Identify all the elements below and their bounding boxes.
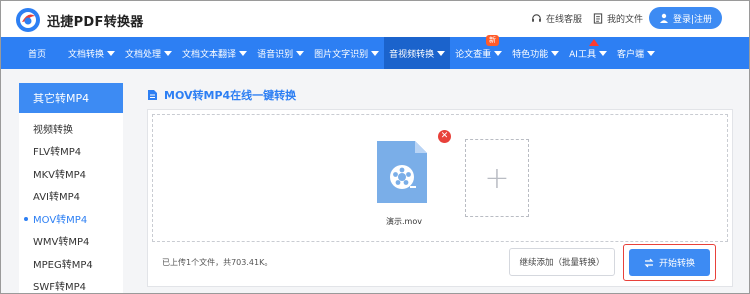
caret-down-icon xyxy=(164,50,173,56)
active-dot-icon xyxy=(24,217,28,221)
red-arrow-up-icon xyxy=(589,39,599,46)
sidebar-item-label: AVI转MP4 xyxy=(33,192,81,204)
nav-item-home[interactable]: 首页 xyxy=(23,37,51,69)
sidebar-item-avi-to-mp4[interactable]: AVI转MP4 xyxy=(19,185,123,208)
plus-icon: + xyxy=(484,160,510,196)
add-file-button[interactable]: + xyxy=(465,139,529,217)
sidebar-item-flv-to-mp4[interactable]: FLV转MP4 xyxy=(19,140,123,163)
nav-item-features[interactable]: 特色功能 xyxy=(507,37,564,69)
sidebar-item-wmv-to-mp4[interactable]: WMV转MP4 xyxy=(19,230,123,253)
customer-service-link[interactable]: 在线客服 xyxy=(531,12,582,25)
caret-down-icon xyxy=(437,50,446,56)
sidebar-item-label: MPEG转MP4 xyxy=(33,259,93,271)
caret-down-icon xyxy=(551,50,560,56)
main-nav: 首页 文档转换 文档处理 文档文本翻译 语音识别 图片文字识别 音视频转换 论文… xyxy=(1,37,749,69)
sidebar-item-label: MOV转MP4 xyxy=(33,214,88,226)
nav-item-ocr[interactable]: 图片文字识别 xyxy=(309,37,384,69)
nav-item-doc-process[interactable]: 文档处理 xyxy=(120,37,177,69)
sidebar-item-label: MKV转MP4 xyxy=(33,169,87,181)
nav-item-client[interactable]: 客户端 xyxy=(612,37,660,69)
swap-arrows-icon xyxy=(644,258,654,267)
headset-icon xyxy=(532,14,541,22)
continue-add-label: 继续添加（批量转换） xyxy=(519,258,605,268)
nav-item-label: 首页 xyxy=(28,49,47,60)
nav-item-av-convert[interactable]: 音视频转换 xyxy=(384,37,451,69)
remove-file-icon[interactable]: ✕ xyxy=(438,130,451,143)
sidebar-item-label: 视频转换 xyxy=(33,124,73,136)
page-title-text: MOV转MP4在线一键转换 xyxy=(164,89,297,102)
nav-item-label: AI工具 xyxy=(569,49,596,60)
user-icon xyxy=(659,13,668,23)
caret-down-icon xyxy=(598,50,607,56)
nav-item-label: 文档处理 xyxy=(125,49,162,60)
page-title: MOV转MP4在线一键转换 xyxy=(147,87,296,103)
caret-down-icon xyxy=(371,50,380,56)
sidebar-item-mkv-to-mp4[interactable]: MKV转MP4 xyxy=(19,162,123,185)
sidebar-item-mov-to-mp4[interactable]: MOV转MP4 xyxy=(19,207,123,230)
app-window: 迅捷PDF转换器 在线客服 我的文件 登录|注册 首页 文档转换 文档处理 文档… xyxy=(0,0,750,294)
sidebar-item-label: WMV转MP4 xyxy=(33,237,90,249)
my-files-label: 我的文件 xyxy=(607,15,644,25)
document-icon xyxy=(148,90,157,100)
converter-panel: ✕ 演示.mov + 已上传1个文件，共703.41K。 继续添加（批量转换） … xyxy=(147,109,733,287)
caret-down-icon xyxy=(494,50,503,56)
sidebar-item-label: SWF转MP4 xyxy=(33,282,87,294)
sidebar: 其它转MP4 视频转换 FLV转MP4 MKV转MP4 AVI转MP4 MOV转… xyxy=(19,83,123,294)
nav-item-label: 图片文字识别 xyxy=(314,49,369,60)
sidebar-item-label: FLV转MP4 xyxy=(33,147,82,159)
my-files-link[interactable]: 我的文件 xyxy=(593,12,643,25)
start-convert-label: 开始转换 xyxy=(658,259,695,269)
caret-down-icon xyxy=(296,50,305,56)
sidebar-item-mpeg-to-mp4[interactable]: MPEG转MP4 xyxy=(19,252,123,275)
nav-item-translate[interactable]: 文档文本翻译 xyxy=(177,37,252,69)
caret-down-icon xyxy=(107,50,116,56)
nav-item-speech[interactable]: 语音识别 xyxy=(252,37,309,69)
top-bar: 迅捷PDF转换器 在线客服 我的文件 登录|注册 xyxy=(1,1,749,37)
upload-status: 已上传1个文件，共703.41K。 xyxy=(162,258,273,267)
start-convert-button[interactable]: 开始转换 xyxy=(629,249,710,276)
nav-item-doc-convert[interactable]: 文档转换 xyxy=(63,37,120,69)
caret-down-icon xyxy=(646,50,655,56)
nav-item-label: 客户端 xyxy=(616,49,644,60)
caret-down-icon xyxy=(239,50,248,56)
continue-add-button[interactable]: 继续添加（批量转换） xyxy=(509,248,615,276)
customer-service-label: 在线客服 xyxy=(546,15,583,25)
nav-item-label: 论文查重 xyxy=(455,49,492,60)
new-badge: 新 xyxy=(486,35,499,46)
login-button[interactable]: 登录|注册 xyxy=(649,7,722,29)
nav-item-label: 文档文本翻译 xyxy=(182,49,237,60)
document-icon xyxy=(593,13,603,24)
file-name: 演示.mov xyxy=(386,217,422,226)
upload-dropzone[interactable]: ✕ 演示.mov + xyxy=(152,114,728,242)
nav-item-label: 语音识别 xyxy=(257,49,294,60)
nav-item-label: 文档转换 xyxy=(68,49,105,60)
sidebar-item-video-convert[interactable]: 视频转换 xyxy=(19,117,123,140)
brand-name: 迅捷PDF转换器 xyxy=(47,15,144,30)
sidebar-item-swf-to-mp4[interactable]: SWF转MP4 xyxy=(19,275,123,294)
nav-item-label: 特色功能 xyxy=(512,49,549,60)
nav-item-label: 音视频转换 xyxy=(389,49,435,60)
logo-icon xyxy=(16,8,40,32)
sidebar-title: 其它转MP4 xyxy=(19,83,123,113)
login-label: 登录|注册 xyxy=(672,14,713,25)
video-file-icon[interactable] xyxy=(375,139,429,205)
